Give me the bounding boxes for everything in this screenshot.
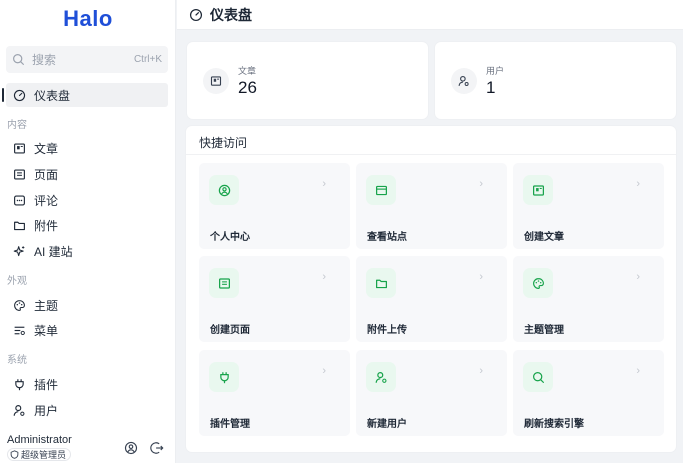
sidebar-item-menus[interactable]: 菜单 [6, 318, 168, 342]
quick-tile-label: 主题管理 [524, 325, 564, 336]
quick-tile-label: 插件管理 [210, 419, 250, 430]
logout-icon[interactable] [150, 441, 164, 455]
quick-tile-upload-attachment[interactable]: › 附件上传 [356, 256, 507, 342]
sidebar-item-label: 页面 [34, 167, 59, 182]
quick-tile-label: 创建文章 [524, 232, 564, 243]
plug-icon [13, 378, 26, 391]
stat-card-users: 用户 1 [435, 42, 676, 119]
sidebar-item-label: 主题 [34, 298, 59, 313]
page-icon [209, 268, 239, 298]
sidebar-item-label: 评论 [34, 193, 59, 208]
quick-tile-refresh-search-engine[interactable]: › 刷新搜索引擎 [513, 350, 664, 436]
quick-tile-plugin-management[interactable]: › 插件管理 [199, 350, 350, 436]
post-icon [203, 68, 229, 94]
page-header: 仪表盘 [177, 0, 683, 30]
search-refresh-icon [523, 362, 553, 392]
chevron-right-icon: › [479, 178, 483, 190]
chevron-right-icon: › [322, 271, 326, 283]
dashboard-icon [13, 89, 26, 102]
sparkle-icon [13, 245, 26, 258]
halo-logo[interactable]: Halo [0, 6, 176, 32]
stat-value: 1 [486, 78, 496, 97]
post-icon [13, 142, 26, 155]
folder-icon [13, 219, 26, 232]
quick-tile-create-post[interactable]: › 创建文章 [513, 163, 664, 249]
quick-tile-view-site[interactable]: › 查看站点 [356, 163, 507, 249]
sidebar-item-label: 插件 [34, 377, 59, 392]
chevron-right-icon: › [479, 365, 483, 377]
quick-tile-new-user[interactable]: › 新建用户 [356, 350, 507, 436]
group-label-system: 系统 [7, 355, 27, 366]
search-input[interactable]: 搜索 Ctrl+K [6, 46, 168, 73]
user-role-label: 超级管理员 [21, 450, 67, 460]
sidebar-item-label: 仪表盘 [34, 88, 71, 103]
sidebar-item-themes[interactable]: 主题 [6, 293, 168, 317]
chevron-right-icon: › [636, 365, 640, 377]
sidebar-item-plugins[interactable]: 插件 [6, 372, 168, 396]
comment-icon [13, 194, 26, 207]
browser-icon [366, 175, 396, 205]
quick-access-title: 快捷访问 [199, 136, 248, 150]
plug-icon [209, 362, 239, 392]
chevron-right-icon: › [636, 271, 640, 283]
menu-icon [13, 324, 26, 337]
chevron-right-icon: › [636, 178, 640, 190]
quick-tile-label: 查看站点 [367, 232, 407, 243]
user-add-icon [366, 362, 396, 392]
quick-tile-label: 附件上传 [367, 325, 407, 336]
sidebar-item-attachments[interactable]: 附件 [6, 213, 168, 237]
user-icon [451, 68, 477, 94]
page-icon [13, 168, 26, 181]
sidebar-item-label: 菜单 [34, 323, 59, 338]
search-placeholder: 搜索 [32, 53, 57, 67]
sidebar-item-ai-site[interactable]: AI 建站 [6, 239, 168, 263]
sidebar-item-comments[interactable]: 评论 [6, 188, 168, 212]
chevron-right-icon: › [322, 365, 326, 377]
quick-tile-theme-management[interactable]: › 主题管理 [513, 256, 664, 342]
sidebar-item-dashboard[interactable]: 仪表盘 [2, 83, 168, 107]
quick-tile-label: 刷新搜索引擎 [524, 419, 584, 430]
palette-icon [13, 299, 26, 312]
user-actions [124, 441, 164, 455]
stat-label: 文章 [238, 66, 257, 76]
chevron-right-icon: › [322, 178, 326, 190]
user-icon [13, 404, 26, 417]
dashboard-icon [189, 8, 203, 22]
sidebar-item-pages[interactable]: 页面 [6, 162, 168, 186]
quick-tile-create-page[interactable]: › 创建页面 [199, 256, 350, 342]
sidebar-item-label: 附件 [34, 218, 59, 233]
user-circle-icon [209, 175, 239, 205]
stat-card-posts: 文章 26 [187, 42, 428, 119]
sidebar-item-label: 文章 [34, 141, 59, 156]
sidebar-item-posts[interactable]: 文章 [6, 136, 168, 160]
search-shortcut: Ctrl+K [133, 54, 162, 65]
search-icon [12, 53, 25, 66]
post-icon [523, 175, 553, 205]
stat-value: 26 [238, 78, 257, 97]
group-label-appearance: 外观 [7, 276, 27, 287]
sidebar-item-label: AI 建站 [34, 244, 73, 259]
sidebar-item-users[interactable]: 用户 [6, 398, 168, 422]
page-title: 仪表盘 [210, 6, 252, 23]
profile-icon[interactable] [124, 441, 138, 455]
chevron-right-icon: › [479, 271, 483, 283]
divider [186, 154, 676, 155]
quick-tile-label: 创建页面 [210, 325, 250, 336]
quick-tile-profile[interactable]: › 个人中心 [199, 163, 350, 249]
quick-tile-label: 个人中心 [210, 232, 250, 243]
quick-tile-label: 新建用户 [367, 419, 407, 430]
folder-icon [366, 268, 396, 298]
user-role-badge: 超级管理员 [7, 448, 72, 461]
shield-icon [10, 450, 19, 459]
group-label-content: 内容 [7, 120, 27, 131]
quick-access-panel: 快捷访问 › 个人中心 › 查看站点 › 创建文章 › 创建页面 › 附件上传 … [186, 126, 676, 452]
stat-label: 用户 [486, 66, 505, 76]
palette-icon [523, 268, 553, 298]
sidebar-item-label: 用户 [34, 403, 59, 418]
sidebar: Halo 搜索 Ctrl+K 仪表盘 内容 文章 页面 评论 附件 AI 建站 … [0, 0, 176, 463]
